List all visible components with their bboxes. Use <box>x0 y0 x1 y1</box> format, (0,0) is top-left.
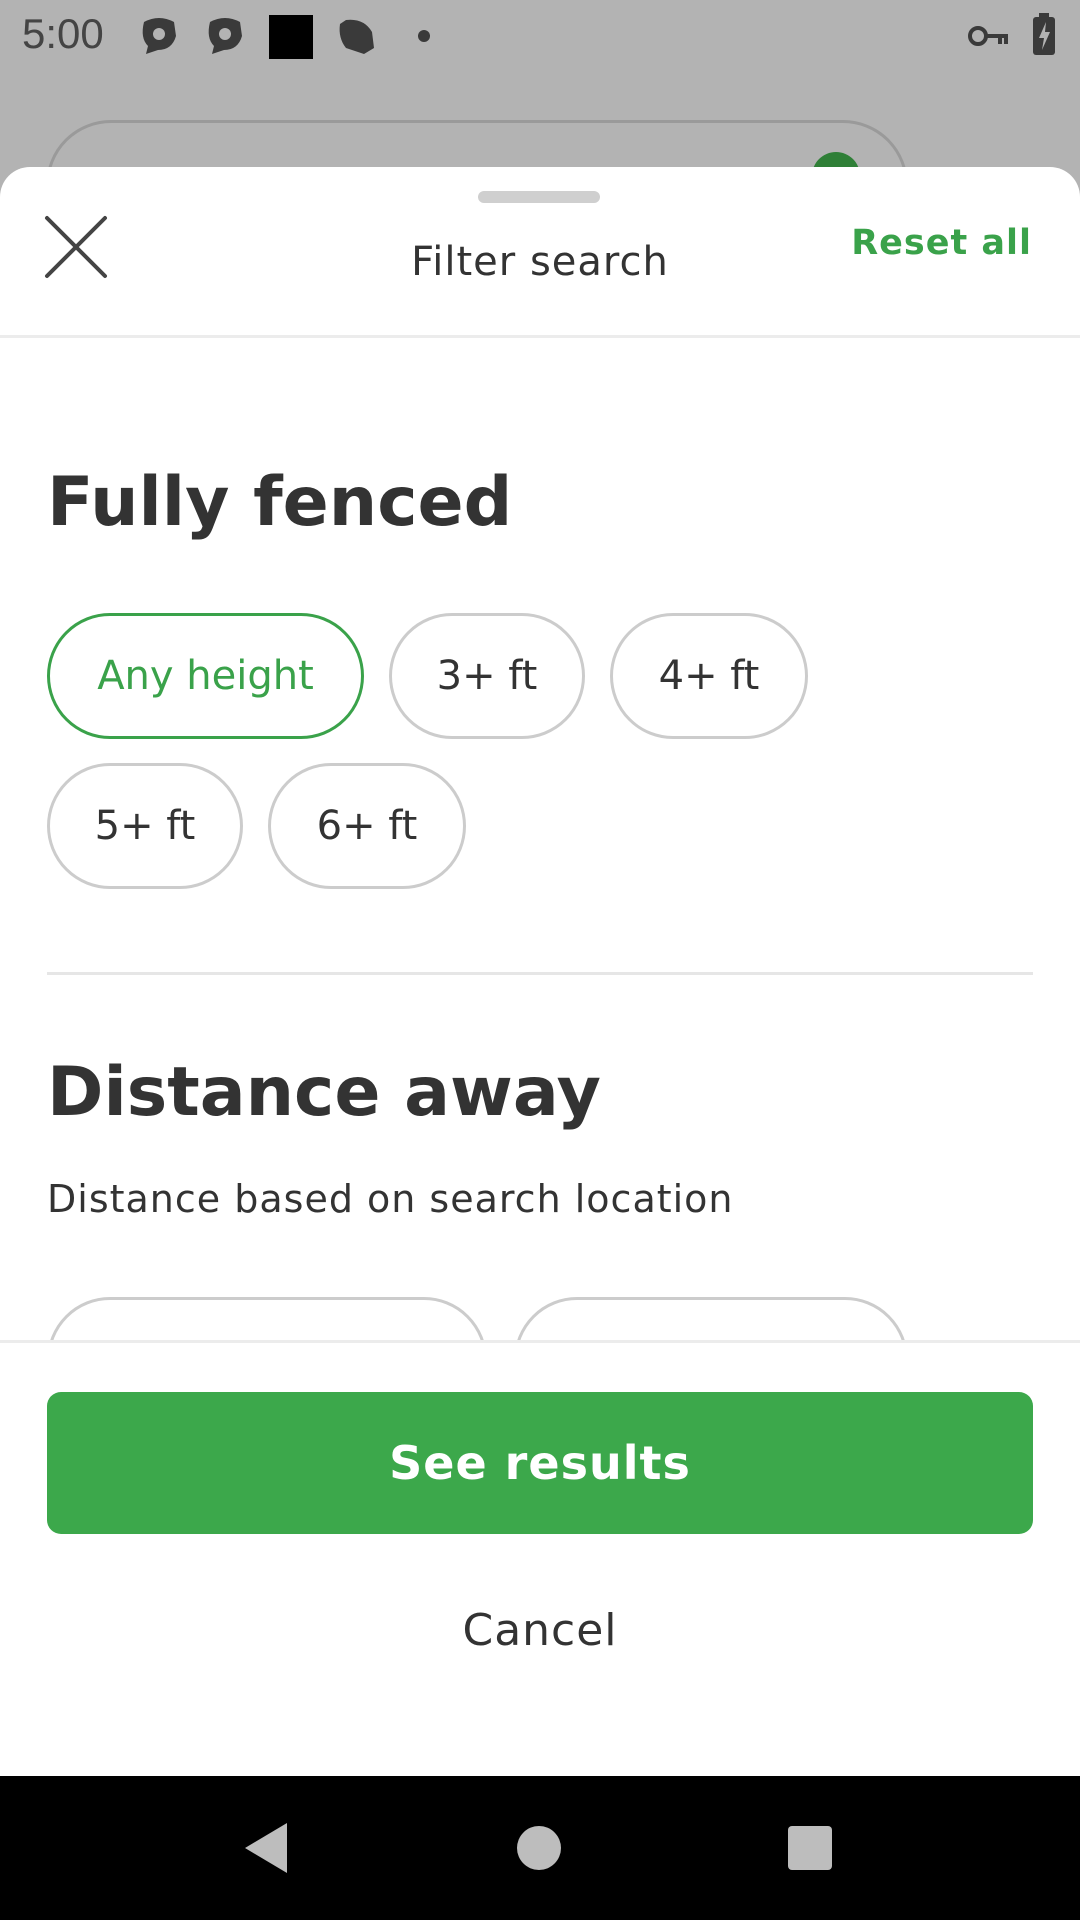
status-bar: 5:00 <box>0 0 1080 72</box>
header-divider <box>0 335 1080 338</box>
system-navigation-bar <box>0 1776 1080 1920</box>
chip-4-ft[interactable]: 4+ ft <box>610 613 808 739</box>
fully-fenced-title: Fully fenced <box>47 463 513 542</box>
distance-away-title: Distance away <box>47 1053 601 1132</box>
sheet-grab-handle[interactable] <box>478 191 600 203</box>
recents-square-icon <box>788 1826 832 1870</box>
notification-app-icon <box>142 18 176 54</box>
home-button[interactable] <box>479 1776 599 1920</box>
footer-divider <box>0 1340 1080 1343</box>
home-circle-icon <box>517 1826 561 1870</box>
chip-6-ft[interactable]: 6+ ft <box>268 763 466 889</box>
reset-all-button[interactable]: Reset all <box>851 223 1032 263</box>
chip-3-ft[interactable]: 3+ ft <box>389 613 585 739</box>
recents-button[interactable] <box>750 1776 870 1920</box>
filter-sheet: Filter search Reset all Fully fenced Any… <box>0 167 1080 1776</box>
chip-any-height[interactable]: Any height <box>47 613 364 739</box>
bell-notification-icon <box>339 19 374 54</box>
status-time: 5:00 <box>22 10 104 57</box>
more-notifications-dot-icon <box>418 30 430 42</box>
notification-app-icon <box>208 18 242 54</box>
distance-subtitle: Distance based on search location <box>47 1177 734 1221</box>
vpn-key-icon <box>968 26 1008 46</box>
back-triangle-icon <box>245 1823 287 1873</box>
battery-charging-icon <box>1033 13 1055 55</box>
see-results-button[interactable]: See results <box>47 1392 1033 1534</box>
section-divider <box>47 972 1033 975</box>
black-square-notification-icon <box>269 15 313 59</box>
chip-5-ft[interactable]: 5+ ft <box>47 763 243 889</box>
cancel-button[interactable]: Cancel <box>0 1605 1080 1656</box>
back-button[interactable] <box>206 1776 326 1920</box>
